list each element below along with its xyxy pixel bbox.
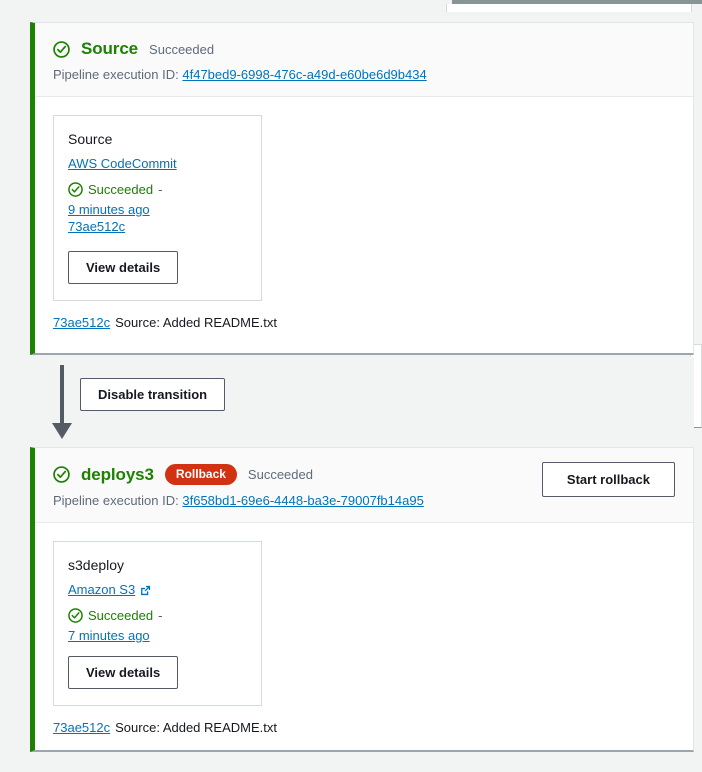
disable-transition-button[interactable]: Disable transition bbox=[80, 378, 225, 411]
stage-card-deploys3: deploys3 Rollback Succeeded Pipeline exe… bbox=[30, 447, 694, 752]
action-card-source: Source AWS CodeCommit Succeeded - 9 minu… bbox=[53, 115, 262, 301]
execution-id-link[interactable]: 4f47bed9-6998-476c-a49d-e60be6d9b434 bbox=[182, 67, 426, 82]
stage-status: Succeeded bbox=[248, 467, 313, 482]
action-card-s3deploy: s3deploy Amazon S3 bbox=[53, 541, 262, 706]
action-status-row: Succeeded - 7 minutes ago bbox=[68, 608, 247, 643]
rollback-badge: Rollback bbox=[165, 464, 237, 485]
stage-name: deploys3 bbox=[81, 465, 154, 485]
stage-body-deploys3: s3deploy Amazon S3 bbox=[35, 523, 693, 706]
stage-body-source: Source AWS CodeCommit Succeeded - 9 minu… bbox=[35, 97, 693, 301]
action-status-text: Succeeded bbox=[88, 182, 153, 197]
commit-message: Source: Added README.txt bbox=[115, 315, 277, 330]
execution-id-row: Pipeline execution ID: 4f47bed9-6998-476… bbox=[53, 67, 675, 82]
stage-name: Source bbox=[81, 39, 138, 59]
commit-link[interactable]: 73ae512c bbox=[53, 720, 110, 735]
stage-footer-deploys3: 73ae512c Source: Added README.txt bbox=[35, 706, 693, 752]
check-circle-icon bbox=[68, 182, 83, 197]
stage-transition: Disable transition bbox=[30, 357, 694, 445]
execution-id-label: Pipeline execution ID: bbox=[53, 493, 179, 508]
action-title: Source bbox=[68, 131, 247, 147]
action-title: s3deploy bbox=[68, 557, 247, 573]
stage-card-source: Source Succeeded Pipeline execution ID: … bbox=[30, 22, 694, 355]
stage-footer-source: 73ae512c Source: Added README.txt bbox=[35, 301, 693, 347]
external-link-icon[interactable] bbox=[140, 584, 151, 595]
action-provider-row: AWS CodeCommit bbox=[68, 156, 247, 171]
action-time-link[interactable]: 9 minutes ago bbox=[68, 202, 150, 217]
action-provider-link[interactable]: Amazon S3 bbox=[68, 582, 135, 597]
stage-status: Succeeded bbox=[149, 42, 214, 57]
start-rollback-button[interactable]: Start rollback bbox=[542, 462, 675, 497]
action-time-link[interactable]: 7 minutes ago bbox=[68, 628, 150, 643]
action-revision-link[interactable]: 73ae512c bbox=[68, 219, 247, 234]
commit-message: Source: Added README.txt bbox=[115, 720, 277, 735]
check-circle-icon bbox=[53, 41, 70, 58]
action-provider-row: Amazon S3 bbox=[68, 582, 247, 597]
status-separator: - bbox=[158, 182, 162, 197]
top-partial-panel bbox=[446, 4, 692, 12]
execution-id-link[interactable]: 3f658bd1-69e6-4448-ba3e-79007fb14a95 bbox=[182, 493, 423, 508]
view-details-button[interactable]: View details bbox=[68, 656, 178, 689]
stage-header-source: Source Succeeded Pipeline execution ID: … bbox=[35, 23, 693, 97]
pipeline-view: Source Succeeded Pipeline execution ID: … bbox=[0, 0, 702, 772]
action-provider-link[interactable]: AWS CodeCommit bbox=[68, 156, 177, 171]
check-circle-icon bbox=[68, 608, 83, 623]
down-arrow-icon bbox=[50, 363, 74, 441]
view-details-button[interactable]: View details bbox=[68, 251, 178, 284]
status-separator: - bbox=[158, 608, 162, 623]
stage-header-deploys3: deploys3 Rollback Succeeded Pipeline exe… bbox=[35, 448, 693, 523]
check-circle-icon bbox=[53, 466, 70, 483]
commit-link[interactable]: 73ae512c bbox=[53, 315, 110, 330]
action-status-row: Succeeded - 9 minutes ago bbox=[68, 182, 247, 217]
action-status-text: Succeeded bbox=[88, 608, 153, 623]
execution-id-label: Pipeline execution ID: bbox=[53, 67, 179, 82]
